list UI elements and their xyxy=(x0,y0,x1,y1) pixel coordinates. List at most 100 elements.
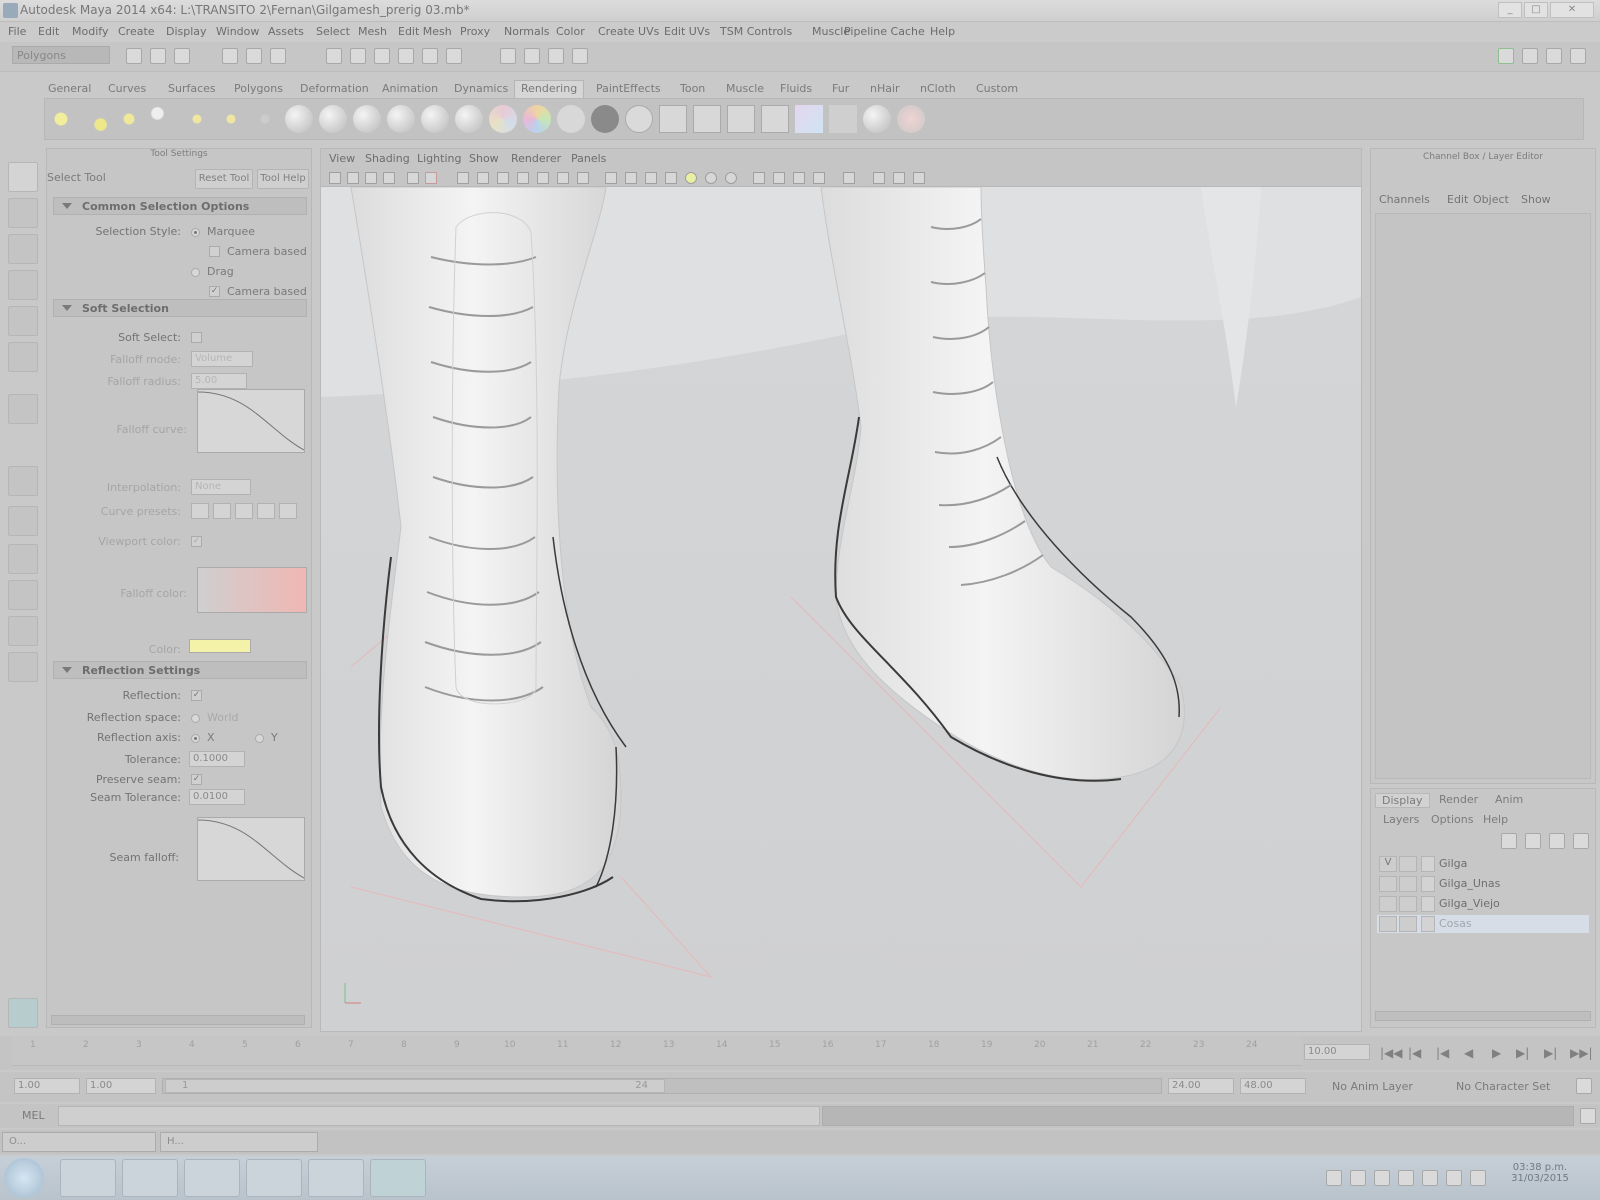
soft-selection-section[interactable]: Soft Selection xyxy=(53,299,307,317)
layer-row-gilga-viejo[interactable]: Gilga_Viejo xyxy=(1377,895,1589,913)
persp-graph-outliner-layout-icon[interactable] xyxy=(8,652,38,682)
lambert-material-icon[interactable] xyxy=(387,105,415,133)
channel-edit-menu[interactable]: Edit xyxy=(1447,193,1468,206)
tray-icon-3[interactable] xyxy=(1374,1170,1390,1186)
soft-select-checkbox[interactable] xyxy=(191,332,202,343)
play-forwards-icon[interactable]: ▶ xyxy=(1492,1046,1501,1060)
pick-dynamics-icon[interactable] xyxy=(446,48,462,64)
render-layer-icon[interactable] xyxy=(251,105,279,133)
hypershade-icon[interactable] xyxy=(285,105,313,133)
playback-start-field[interactable]: 1.00 xyxy=(86,1078,156,1094)
menu-modify[interactable]: Modify xyxy=(72,25,108,38)
menu-assets[interactable]: Assets xyxy=(268,25,304,38)
close-button[interactable]: ✕ xyxy=(1550,2,1594,18)
preferences-icon[interactable] xyxy=(1576,1078,1592,1094)
menu-proxy[interactable]: Proxy xyxy=(460,25,490,38)
render-current-frame-icon[interactable] xyxy=(659,105,687,133)
phong-material-icon[interactable] xyxy=(421,105,449,133)
share-icon[interactable] xyxy=(913,172,925,184)
use-background-icon[interactable] xyxy=(591,105,619,133)
shelf-tab-curves[interactable]: Curves xyxy=(108,82,146,95)
pick-surface-icon[interactable] xyxy=(398,48,414,64)
menu-set-dropdown[interactable]: Polygons xyxy=(12,46,110,64)
interpolation-select[interactable]: None xyxy=(191,479,251,495)
range-track[interactable]: 1 24 xyxy=(162,1078,1162,1094)
tool-settings-icon[interactable] xyxy=(1546,48,1562,64)
snap-point-icon[interactable] xyxy=(548,48,564,64)
layer-playback-toggle[interactable] xyxy=(1399,876,1417,892)
firefox-taskbar-icon[interactable] xyxy=(122,1159,178,1197)
tray-icon-4[interactable] xyxy=(1398,1170,1414,1186)
maximize-button[interactable]: □ xyxy=(1524,2,1548,18)
tolerance-field[interactable]: 0.1000 xyxy=(189,751,245,767)
layer-playback-toggle[interactable] xyxy=(1399,896,1417,912)
spot-light-icon[interactable] xyxy=(149,105,177,133)
point-light-icon[interactable] xyxy=(115,105,143,133)
new-layer-icon[interactable] xyxy=(1501,833,1517,849)
skype-taskbar-icon[interactable] xyxy=(60,1159,116,1197)
shelf-tab-custom[interactable]: Custom xyxy=(976,82,1018,95)
menu-edit-mesh[interactable]: Edit Mesh xyxy=(398,25,452,38)
xray-icon[interactable] xyxy=(843,172,855,184)
minimized-window-outliner[interactable]: O... xyxy=(2,1132,156,1152)
shelf-tab-deformation[interactable]: Deformation xyxy=(300,82,369,95)
layer-visibility-toggle[interactable]: V xyxy=(1379,856,1397,872)
shelf-tab-fluids[interactable]: Fluids xyxy=(780,82,812,95)
tool-settings-scrollbar[interactable] xyxy=(51,1015,305,1025)
step-back-frame-icon[interactable]: |◀ xyxy=(1408,1046,1421,1060)
rotate-tool-icon[interactable] xyxy=(8,306,38,336)
textured-icon[interactable] xyxy=(665,172,677,184)
pick-curve-icon[interactable] xyxy=(374,48,390,64)
preserve-seam-checkbox[interactable]: ✓ xyxy=(191,774,202,785)
field-chart-icon[interactable] xyxy=(497,172,509,184)
menu-file[interactable]: File xyxy=(8,25,26,38)
tray-icon-1[interactable] xyxy=(1326,1170,1342,1186)
channel-show-menu[interactable]: Show xyxy=(1521,193,1551,206)
layers-menu[interactable]: Layers xyxy=(1383,813,1419,826)
seam-falloff-graph[interactable] xyxy=(197,817,305,881)
motion-blur-icon[interactable] xyxy=(753,172,765,184)
shadows-icon[interactable] xyxy=(705,172,717,184)
network-icon[interactable] xyxy=(1422,1170,1438,1186)
render-settings-icon[interactable] xyxy=(727,105,755,133)
go-to-start-icon[interactable]: |◀◀ xyxy=(1380,1046,1403,1060)
save-scene-icon[interactable] xyxy=(174,48,190,64)
minimized-window-hypershade[interactable]: H... xyxy=(160,1132,318,1152)
seam-tolerance-field[interactable]: 0.0100 xyxy=(189,789,245,805)
select-hierarchy-icon[interactable] xyxy=(222,48,238,64)
ambient-occlusion-icon[interactable] xyxy=(725,172,737,184)
step-forward-key-icon[interactable]: ▶| xyxy=(1516,1046,1529,1060)
world-radio[interactable] xyxy=(191,714,200,723)
flat-shade-icon[interactable] xyxy=(645,172,657,184)
drag-radio[interactable] xyxy=(191,268,200,277)
options-menu[interactable]: Options xyxy=(1431,813,1473,826)
explorer-taskbar-icon[interactable] xyxy=(308,1159,364,1197)
layer-color-swatch[interactable] xyxy=(1421,896,1435,912)
move-tool-icon[interactable] xyxy=(8,270,38,300)
viewport-menu-show[interactable]: Show xyxy=(469,152,499,165)
single-perspective-layout-icon[interactable] xyxy=(8,466,38,496)
step-forward-frame-icon[interactable]: ▶| xyxy=(1544,1046,1557,1060)
preset-5-button[interactable] xyxy=(279,503,297,519)
snap-grid-icon[interactable] xyxy=(500,48,516,64)
spiral-app-taskbar-icon[interactable] xyxy=(184,1159,240,1197)
start-button[interactable] xyxy=(4,1158,44,1198)
toon-shader-icon[interactable] xyxy=(625,105,653,133)
layer-tab-render[interactable]: Render xyxy=(1439,793,1478,806)
shelf-tab-animation[interactable]: Animation xyxy=(382,82,438,95)
preset-1-button[interactable] xyxy=(191,503,209,519)
layers-help-menu[interactable]: Help xyxy=(1483,813,1508,826)
end-time-field[interactable]: 48.00 xyxy=(1240,1078,1306,1094)
menu-color[interactable]: Color xyxy=(556,25,585,38)
new-layer-selected-icon[interactable] xyxy=(1525,833,1541,849)
time-slider-track[interactable]: 1 2 3 4 5 6 7 8 9 10 11 12 13 14 15 16 1… xyxy=(12,1036,1302,1066)
texture-icon[interactable] xyxy=(577,172,589,184)
paint-render-icon[interactable] xyxy=(897,105,925,133)
hypershade-window-icon[interactable] xyxy=(795,105,823,133)
move-layer-up-icon[interactable] xyxy=(1549,833,1565,849)
area-light-icon[interactable] xyxy=(183,105,211,133)
layer-playback-toggle[interactable] xyxy=(1399,916,1417,932)
menu-display[interactable]: Display xyxy=(166,25,207,38)
select-object-icon[interactable] xyxy=(246,48,262,64)
photoshop-taskbar-icon[interactable] xyxy=(246,1159,302,1197)
